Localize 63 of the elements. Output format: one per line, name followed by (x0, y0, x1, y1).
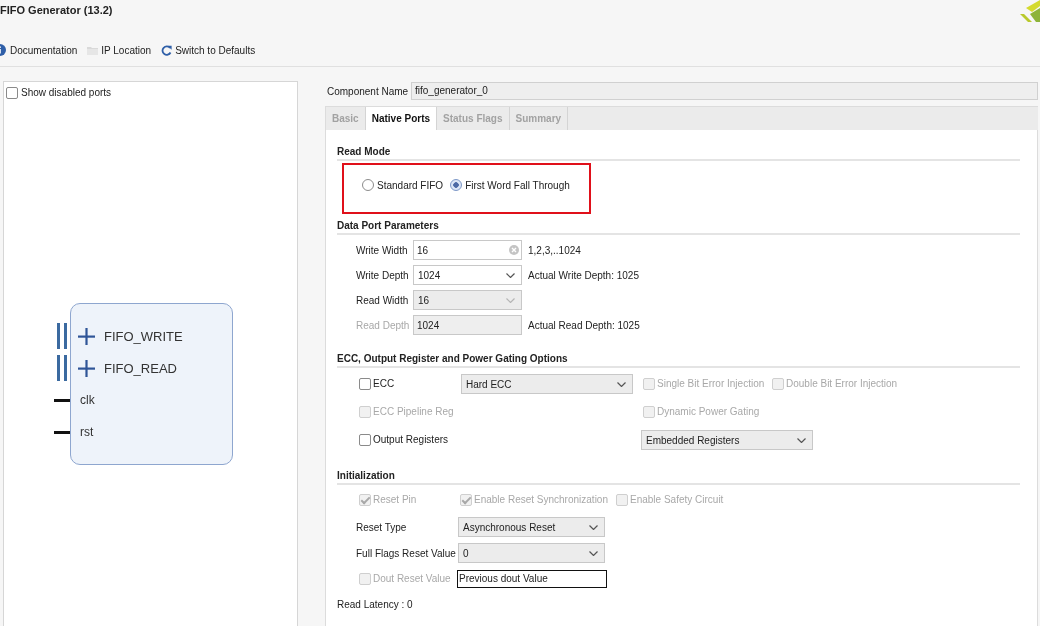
field-label: Write Width (356, 244, 409, 256)
checkbox-label: Enable Safety Circuit (630, 494, 724, 506)
dropdown[interactable]: 1024 (413, 265, 522, 285)
checkbox-label: Dout Reset Value (373, 573, 451, 585)
text-field[interactable]: fifo_generator_0 (411, 82, 1038, 100)
checkbox-label: Show disabled ports (21, 87, 112, 99)
toolbar-button[interactable]: Documentation (0, 44, 78, 56)
checkbox-label: Single Bit Error Injection (657, 378, 765, 390)
checkbox[interactable] (359, 434, 371, 446)
port-label: clk (80, 393, 95, 407)
field-label: Read Width (356, 294, 410, 306)
dropdown[interactable]: Embedded Registers (641, 430, 813, 450)
dropdown[interactable]: 0 (458, 543, 605, 563)
window-title: FIFO Generator (13.2) (0, 3, 113, 17)
clear-icon[interactable] (509, 245, 519, 255)
hint-text: 1,2,3,..1024 (528, 244, 582, 256)
chevron-down-icon (797, 437, 806, 443)
checkbox-label: Double Bit Error Injection (786, 378, 898, 390)
checkbox[interactable] (6, 87, 18, 99)
toolbar-button[interactable]: Switch to Defaults (161, 44, 256, 56)
checkbox-label: ECC Pipeline Reg (373, 406, 454, 418)
checkbox-label: Output Registers (373, 434, 449, 446)
chevron-down-icon (506, 297, 515, 303)
chevron-down-icon (589, 524, 598, 530)
section-heading: Initialization (337, 470, 1020, 485)
logo-icon (1018, 0, 1040, 22)
checkbox-label: ECC (373, 378, 395, 390)
section-heading: Data Port Parameters (337, 220, 1020, 235)
refresh-icon (161, 44, 173, 56)
dropdown[interactable]: Hard ECC (461, 374, 633, 394)
chevron-down-icon (589, 550, 598, 556)
read-latency-text: Read Latency : 0 (337, 599, 414, 611)
checkbox-label: Dynamic Power Gating (657, 406, 760, 418)
checkbox[interactable] (359, 378, 371, 390)
field-label: Write Depth (356, 269, 410, 281)
checkbox-label: Reset Pin (373, 494, 417, 506)
port-label: FIFO_READ (104, 360, 177, 376)
chevron-down-icon (506, 272, 515, 278)
field-label: Full Flags Reset Value (356, 547, 457, 559)
field-label: Reset Type (356, 521, 408, 533)
field-label: Read Depth (356, 319, 411, 331)
radio-label: Standard FIFO (377, 179, 444, 191)
port-label: rst (80, 425, 94, 439)
folder-icon (87, 45, 99, 55)
section-heading: ECC, Output Register and Power Gating Options (337, 353, 1020, 368)
plus-icon[interactable] (78, 359, 95, 377)
radio-label: First Word Fall Through (465, 179, 570, 191)
hint-text: Actual Write Depth: 1025 (528, 269, 640, 281)
hint-text: Actual Read Depth: 1025 (528, 319, 641, 331)
plus-icon[interactable] (78, 327, 95, 345)
checkbox-label: Enable Reset Synchronization (474, 494, 608, 506)
radio-button[interactable] (362, 179, 374, 191)
radio-button[interactable] (450, 179, 463, 191)
chevron-down-icon (617, 381, 626, 387)
dropdown[interactable]: Asynchronous Reset (458, 517, 605, 537)
section-heading: Read Mode (337, 146, 1020, 161)
text-field[interactable]: 16 (413, 240, 522, 260)
port-label: FIFO_WRITE (104, 328, 183, 344)
toolbar-button[interactable]: IP Location (87, 44, 152, 56)
field-label: Component Name (327, 85, 410, 97)
bus-bars-icon (57, 355, 67, 381)
tab[interactable]: Native Ports (365, 107, 438, 130)
bus-bars-icon (57, 323, 67, 349)
